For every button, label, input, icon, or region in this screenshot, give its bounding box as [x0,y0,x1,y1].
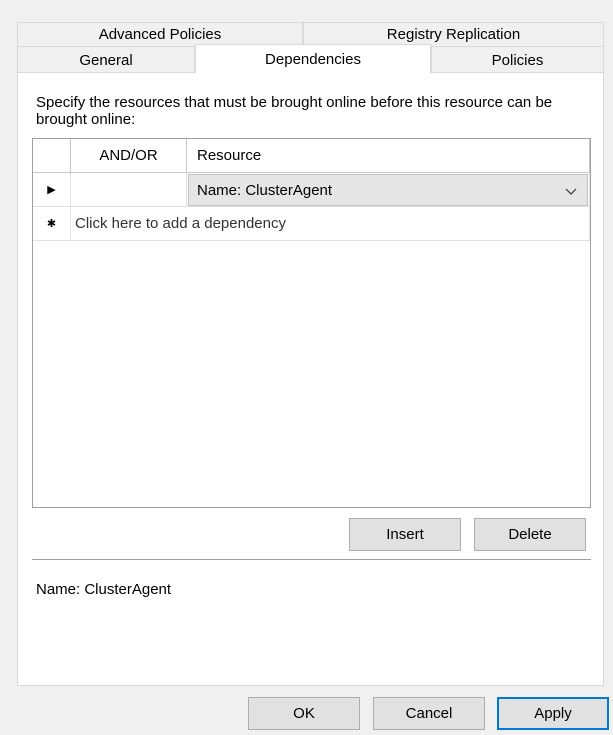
tab-label: Policies [491,51,544,69]
add-dependency-placeholder[interactable]: Click here to add a dependency [71,207,590,241]
tab-dependencies[interactable]: Dependencies [195,44,431,74]
table-row[interactable]: ▶ Name: ClusterAgent [33,173,590,207]
tab-label: Advanced Policies [98,26,222,43]
dependencies-description: Specify the resources that must be broug… [36,94,553,128]
grid-header-row: AND/OR Resource [33,139,590,173]
insert-button[interactable]: Insert [349,518,461,551]
tab-general[interactable]: General [17,46,195,73]
column-header-and-or[interactable]: AND/OR [71,139,187,173]
dependencies-page: Specify the resources that must be broug… [17,72,604,686]
resource-dropdown[interactable]: Name: ClusterAgent [188,174,588,206]
cancel-button[interactable]: Cancel [373,697,485,730]
tab-label: Registry Replication [386,26,521,43]
column-header-resource[interactable]: Resource [187,139,590,173]
delete-button[interactable]: Delete [474,518,586,551]
row-header-corner [33,139,71,173]
apply-button[interactable]: Apply [497,697,609,730]
new-row-asterisk-icon: ✱ [33,207,71,241]
selected-resource-detail: Name: ClusterAgent [36,581,172,598]
tab-label: Dependencies [265,50,361,68]
dependencies-grid[interactable]: AND/OR Resource ▶ Name: ClusterAgent ✱ C… [32,138,591,508]
new-row[interactable]: ✱ Click here to add a dependency [33,207,590,241]
and-or-cell[interactable] [71,173,187,207]
tab-advanced-policies[interactable]: Advanced Policies [17,22,303,46]
tab-policies[interactable]: Policies [431,46,604,73]
chevron-down-icon [565,188,577,195]
current-row-indicator-icon: ▶ [33,173,71,207]
resource-dropdown-value: Name: ClusterAgent [197,181,333,199]
tab-label: General [79,51,133,69]
divider [32,559,591,561]
tab-registry-replication[interactable]: Registry Replication [303,22,604,46]
ok-button[interactable]: OK [248,697,360,730]
